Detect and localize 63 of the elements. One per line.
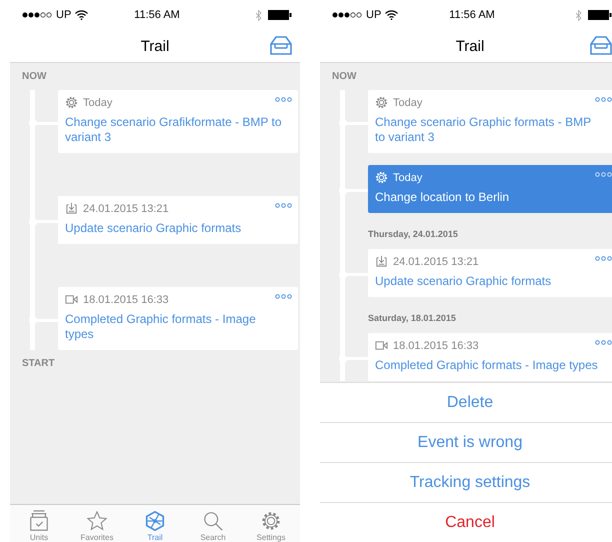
wifi-icon xyxy=(385,10,398,20)
signal-icon xyxy=(332,12,362,18)
action-button[interactable]: Tracking settings xyxy=(320,462,612,502)
event-title: Update scenario Graphic formats xyxy=(65,221,242,236)
network-icon xyxy=(144,510,166,532)
more-icon[interactable] xyxy=(275,203,292,208)
event-title: Change scenario Graphic formats - BMP to variant 3 xyxy=(375,115,592,145)
event-title: Completed Graphic formats - Image types xyxy=(65,312,257,342)
bluetooth-icon xyxy=(576,10,582,20)
event-title: Change location to Berlin xyxy=(375,190,510,205)
status-time: 11:56 AM xyxy=(134,9,180,21)
nav-title: Trail xyxy=(140,38,170,54)
event-title: Update scenario Graphic formats xyxy=(375,274,552,289)
tab-button[interactable]: Search xyxy=(184,505,242,542)
gear-icon xyxy=(375,96,388,109)
video-camera-icon xyxy=(375,339,388,352)
section-label: NOW xyxy=(22,71,48,82)
more-icon[interactable] xyxy=(275,97,292,102)
battery-icon xyxy=(588,10,612,20)
event-time: Today xyxy=(393,172,422,184)
status-time: 11:56 AM xyxy=(449,9,495,21)
section-label: NOW xyxy=(332,71,358,82)
tab-button[interactable]: Units xyxy=(10,505,68,542)
action-button[interactable]: Event is wrong xyxy=(320,422,612,462)
nav-title: Trail xyxy=(456,38,484,54)
more-icon[interactable] xyxy=(595,256,612,261)
day-header: Thursday, 24.01.2015 xyxy=(368,229,459,239)
day-header: Saturday, 18.01.2015 xyxy=(368,313,457,323)
tray-icon xyxy=(28,510,50,532)
settings-icon xyxy=(260,510,282,532)
video-camera-icon xyxy=(65,293,78,306)
star-icon xyxy=(86,510,108,532)
gear-icon xyxy=(65,96,78,109)
download-icon xyxy=(375,255,388,268)
gear-icon xyxy=(375,171,388,184)
tab-button[interactable]: Settings xyxy=(242,505,300,542)
event-time: 24.01.2015 13:21 xyxy=(393,256,479,268)
tray-icon[interactable] xyxy=(590,35,612,57)
carrier-name: UP xyxy=(366,9,382,21)
event-time: 18.01.2015 16:33 xyxy=(393,340,479,352)
more-icon[interactable] xyxy=(275,294,292,299)
bluetooth-icon xyxy=(256,10,262,20)
signal-icon xyxy=(22,12,52,18)
event-time: Today xyxy=(83,96,112,108)
more-icon[interactable] xyxy=(595,340,612,345)
section-label: START xyxy=(22,358,56,369)
event-title: Change scenario Grafikformate - BMP to variant 3 xyxy=(65,115,283,145)
action-button[interactable]: Delete xyxy=(320,382,612,422)
search-icon xyxy=(202,510,224,532)
event-time: Today xyxy=(393,96,422,108)
wifi-icon xyxy=(75,10,88,20)
download-icon xyxy=(65,202,78,215)
carrier-name: UP xyxy=(56,9,72,21)
event-time: 18.01.2015 16:33 xyxy=(83,294,169,306)
tray-icon[interactable] xyxy=(270,35,292,57)
event-time: 24.01.2015 13:21 xyxy=(83,202,169,214)
battery-icon xyxy=(268,10,292,20)
event-title: Completed Graphic formats - Image types xyxy=(375,358,599,373)
more-icon[interactable] xyxy=(595,97,612,102)
more-icon[interactable] xyxy=(595,172,612,177)
cancel-button[interactable]: Cancel xyxy=(320,502,612,542)
tab-button[interactable]: Favorites xyxy=(68,505,126,542)
tab-button[interactable]: Trail xyxy=(126,505,184,542)
